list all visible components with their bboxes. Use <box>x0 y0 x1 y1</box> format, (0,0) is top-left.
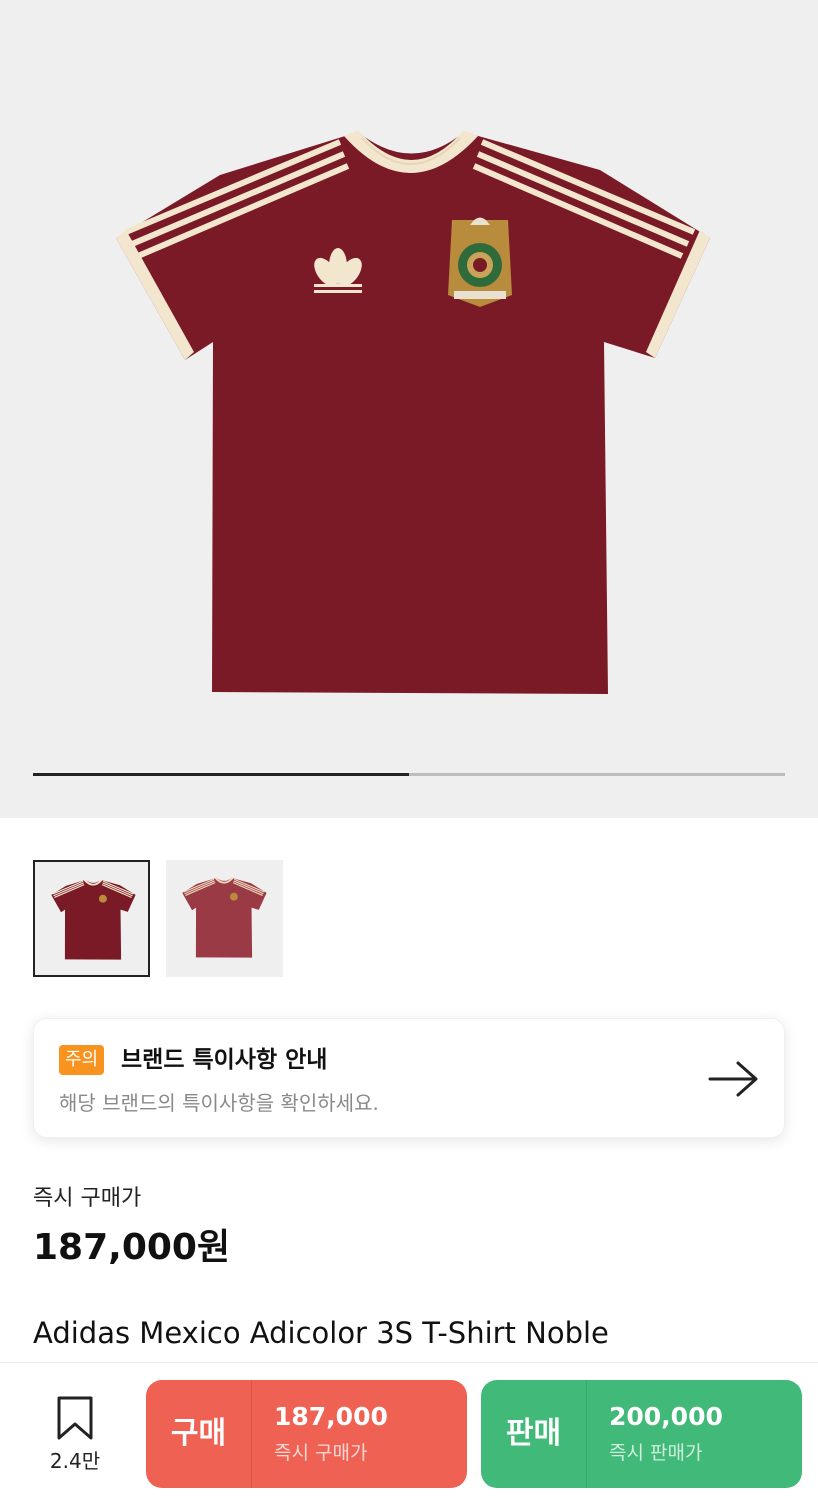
sell-label: 판매 <box>481 1380 587 1488</box>
bookmark-count: 2.4만 <box>49 1449 101 1473</box>
bookmark-icon <box>57 1396 93 1440</box>
arrow-right-icon[interactable] <box>708 1059 760 1099</box>
thumbnail-1[interactable] <box>33 860 150 977</box>
buy-sublabel: 즉시 구매가 <box>274 1442 368 1464</box>
carousel-progress-fill <box>33 773 409 776</box>
carousel-progress <box>33 773 785 776</box>
thumbnail-shirt-image <box>182 877 267 958</box>
instant-buy-price: 187,000원 <box>33 1227 231 1268</box>
notice-subtitle: 해당 브랜드의 특이사항을 확인하세요. <box>59 1091 379 1115</box>
thumbnail-list <box>33 860 283 977</box>
sell-sublabel: 즉시 판매가 <box>609 1442 703 1464</box>
thumbnail-shirt-image <box>51 879 136 960</box>
thumbnail-2[interactable] <box>166 860 283 977</box>
buy-price: 187,000 <box>274 1402 388 1431</box>
caution-badge: 주의 <box>59 1045 105 1075</box>
bookmark-button[interactable]: 2.4만 <box>40 1395 110 1475</box>
buy-button[interactable]: 구매 187,000 즉시 구매가 <box>146 1380 467 1488</box>
brand-notice-card[interactable]: 주의 브랜드 특이사항 안내 해당 브랜드의 특이사항을 확인하세요. <box>33 1018 785 1138</box>
bottom-action-bar: 2.4만 구매 187,000 즉시 구매가 판매 200,000 즉시 판매가 <box>0 1362 818 1500</box>
sell-button[interactable]: 판매 200,000 즉시 판매가 <box>481 1380 802 1488</box>
notice-title: 브랜드 특이사항 안내 <box>121 1047 328 1073</box>
product-image-carousel[interactable] <box>0 0 818 818</box>
sell-price: 200,000 <box>609 1402 723 1431</box>
product-name: Adidas Mexico Adicolor 3S T-Shirt Noble <box>33 1316 609 1350</box>
buy-label: 구매 <box>146 1380 252 1488</box>
instant-buy-price-label: 즉시 구매가 <box>33 1186 142 1211</box>
product-image-shirt <box>116 130 710 694</box>
